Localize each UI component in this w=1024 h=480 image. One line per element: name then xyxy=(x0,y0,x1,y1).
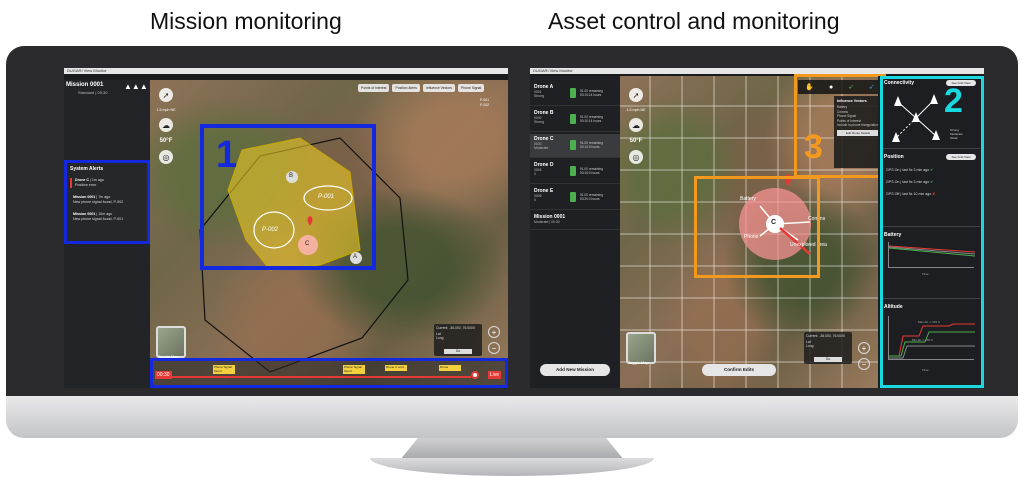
system-alerts-panel: System Alerts Drone C | 1m ago Position … xyxy=(64,160,150,244)
right-headline: Asset control and monitoring xyxy=(548,8,840,34)
drone-list-item-selected[interactable]: Drone C 0003 Moderate 91.00 remaining 00:… xyxy=(530,134,620,158)
drone-battery: 91.00 remaining 00:20:0 hours xyxy=(580,193,603,201)
compass-icon[interactable]: ◎ xyxy=(629,150,643,164)
alert-item[interactable]: Drone C | 1m ago Position error xyxy=(70,178,144,188)
battery-icon xyxy=(570,114,576,124)
monitor-bezel xyxy=(6,396,1018,438)
zoom-out-icon[interactable]: − xyxy=(858,358,870,370)
drone-list-item[interactable]: Drone D 0004 0 91.00 remaining 00:15:0 ho… xyxy=(530,160,620,184)
coord-long: Long xyxy=(436,336,444,340)
alert-head: Drone C xyxy=(75,178,89,182)
chip-position-alerts[interactable]: Position Alerts xyxy=(392,84,420,92)
temperature-label: 50°F xyxy=(629,138,643,144)
coordinate-box: Current: -36.000, 76.0000 Lat Long Go xyxy=(434,324,482,356)
add-mission-button[interactable]: Add New Mission xyxy=(540,364,610,376)
highlight-box-vectors xyxy=(694,176,820,278)
zoom-in-icon[interactable]: + xyxy=(858,342,870,354)
battery-icon xyxy=(570,140,576,150)
coord-go-button[interactable]: Go xyxy=(814,357,842,362)
alert-head: Mission 0001 xyxy=(73,212,96,216)
drone-battery: 91.00 remaining 00:10:14 hours xyxy=(580,89,603,97)
timeline-track xyxy=(171,376,471,378)
mission-monitoring-screen: DUGARI View Monitor P-001 P-002 B C A ➚ … xyxy=(64,68,508,388)
alert-time: 10m ago xyxy=(98,212,113,216)
weather-icon[interactable]: ☁ xyxy=(159,118,173,132)
zoom-out-icon[interactable]: − xyxy=(488,342,500,354)
layer-chips: Points of Interest Position Alerts Influ… xyxy=(358,84,485,92)
coord-long: Long xyxy=(806,344,814,348)
speed-label: 1.5 mph NE xyxy=(626,108,646,112)
coord-current: Current: -36.000, 76.0000 xyxy=(436,326,475,330)
map-tools: ➚ 1.5 mph NE ☁ 50°F ◎ xyxy=(626,88,646,164)
chip-influence-vectors[interactable]: Influence Vectors xyxy=(422,84,455,92)
map-tools: ➚ 1.5 mph NE ☁ 50°F ◎ xyxy=(156,88,176,164)
drone-list-item[interactable]: Drone A 0001 Strong 91.00 remaining 00:10… xyxy=(530,82,620,106)
timeline-flag[interactable]: Drone C error xyxy=(385,365,407,371)
chip-phone-signal[interactable]: Phone Signal xyxy=(457,84,485,92)
toggle-map-label: Toggle Map xyxy=(628,360,649,365)
drone-list: Drone A 0001 Strong 91.00 remaining 00:10… xyxy=(530,76,620,388)
battery-icon xyxy=(570,192,576,202)
battery-icon xyxy=(570,166,576,176)
chip-points-of-interest[interactable]: Points of Interest xyxy=(358,84,390,92)
mission-timeline[interactable]: Phone Signal found Phone Signal found Dr… xyxy=(150,358,508,388)
window-title: DUGARI View Monitor xyxy=(64,68,508,74)
mission-title: Mission 0001 xyxy=(66,82,104,88)
alert-text: New phone signal found, P-001 xyxy=(73,217,124,221)
coord-current: Current: -36.000, 76.0000 xyxy=(806,334,845,338)
compass-icon[interactable]: ◎ xyxy=(159,150,173,164)
drone-battery: 91.00 remaining 00:10:14 hours xyxy=(580,115,603,123)
drone-battery: 91.00 remaining 00:15:0 hours xyxy=(580,167,603,175)
battery-icon xyxy=(570,88,576,98)
timeline-flag[interactable]: Drone xyxy=(439,365,461,371)
mission-subtitle: Standard | 00:30 xyxy=(78,90,108,95)
mission-sub: Moderate | 00:30 xyxy=(534,220,560,224)
window-title: DUGARI View Monitor xyxy=(530,68,984,74)
confirm-edits-button[interactable]: Confirm Edits xyxy=(702,364,776,376)
box-number-3: 3 xyxy=(804,128,823,166)
alert-item[interactable]: Mission 0001 | 10m ago New phone signal … xyxy=(70,212,144,222)
phone-signal-2: P-002 xyxy=(480,103,490,107)
phone-signal-list: P-001 P-002 xyxy=(480,98,489,108)
alert-time: 1m ago xyxy=(91,178,104,182)
temperature-label: 50°F xyxy=(159,138,173,144)
wind-icon[interactable]: ➚ xyxy=(159,88,173,102)
drone-group-icon: ▲▲▲ xyxy=(124,82,148,91)
monitor-stand-neck xyxy=(400,438,624,460)
alert-time: 7m ago xyxy=(98,195,111,199)
mission-item[interactable]: Mission 0001 Moderate | 00:30 xyxy=(530,212,620,230)
coordinate-box: Current: -36.000, 76.0000 Lat Long Go xyxy=(804,332,852,364)
timeline-flag[interactable]: Phone Signal found xyxy=(343,365,365,374)
alert-head: Mission 0001 xyxy=(73,195,96,199)
timeline-start: 00:30 xyxy=(155,371,172,379)
weather-icon[interactable]: ☁ xyxy=(629,118,643,132)
zoom-in-icon[interactable]: + xyxy=(488,326,500,338)
monitor-stand-base xyxy=(370,458,654,476)
record-icon[interactable] xyxy=(471,371,479,379)
speed-label: 1.5 mph NE xyxy=(156,108,176,112)
wind-icon[interactable]: ➚ xyxy=(629,88,643,102)
drone-battery: 91.00 remaining 00:10:0 hours xyxy=(580,141,603,149)
stage: Mission monitoring Asset control and mon… xyxy=(0,0,1024,480)
box-number-2: 2 xyxy=(944,82,963,120)
highlight-box-2 xyxy=(880,76,984,388)
alert-item[interactable]: Mission 0001 | 7m ago New phone signal f… xyxy=(70,195,144,205)
alerts-title: System Alerts xyxy=(70,166,104,172)
coord-go-button[interactable]: Go xyxy=(444,349,472,354)
drone-list-item[interactable]: Drone B 0002 Strong 91.00 remaining 00:10… xyxy=(530,108,620,132)
alert-text: Position error xyxy=(75,183,97,187)
asset-control-screen: DUGARI View Monitor Battery Comms Phone … xyxy=(530,68,984,388)
left-headline: Mission monitoring xyxy=(150,8,342,34)
box-number-1: 1 xyxy=(216,134,238,176)
timeline-flag[interactable]: Phone Signal found xyxy=(213,365,235,374)
timeline-live[interactable]: Live xyxy=(487,371,501,379)
alert-text: New phone signal found, P-002 xyxy=(73,200,124,204)
drone-list-item[interactable]: Drone E 0005 0 91.00 remaining 00:20:0 ho… xyxy=(530,186,620,210)
